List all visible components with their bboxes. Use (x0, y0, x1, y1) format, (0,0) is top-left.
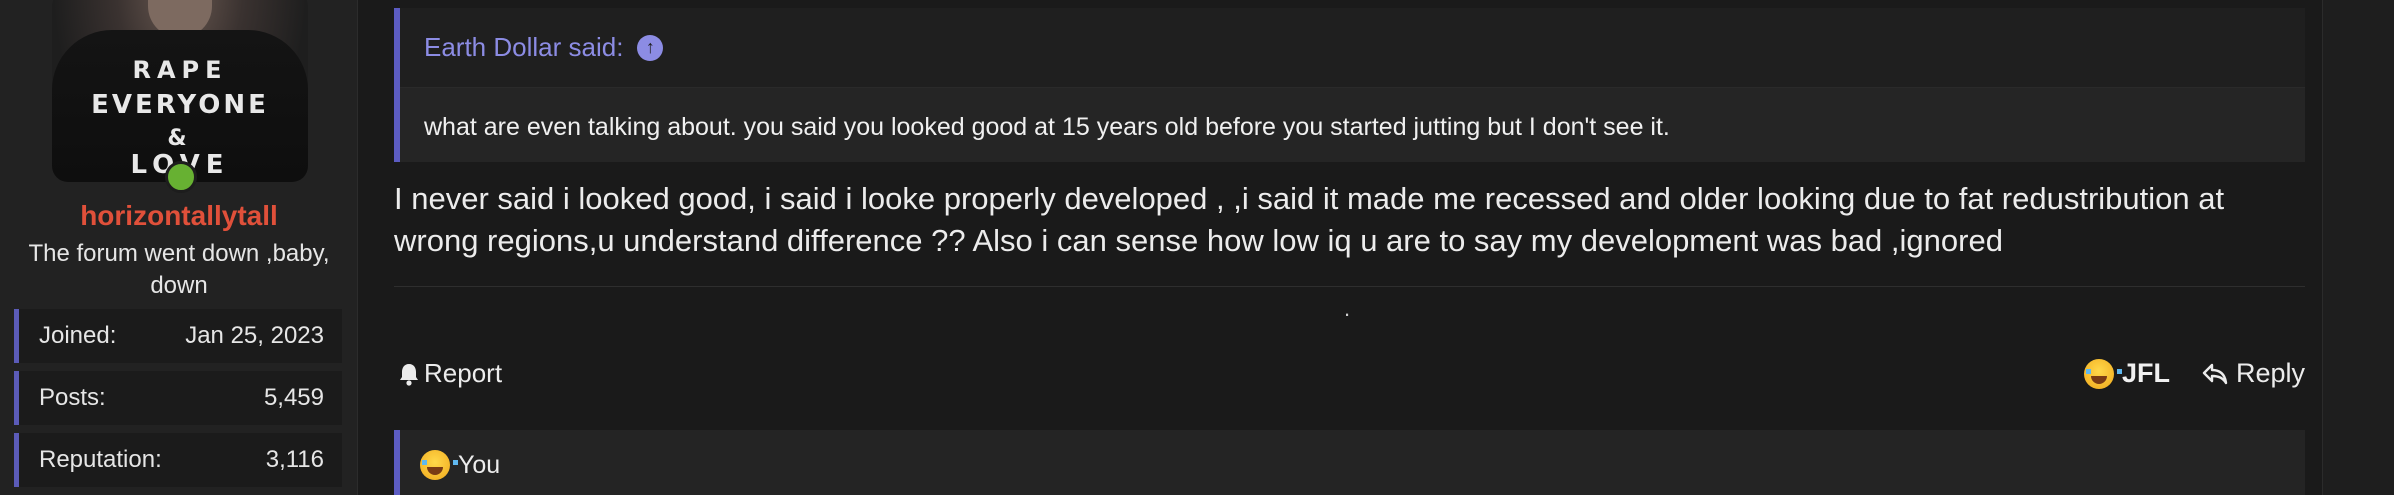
reaction-button[interactable]: JFL (2084, 358, 2170, 389)
username[interactable]: horizontallytall (0, 200, 358, 232)
signature-separator: . (1344, 296, 1351, 321)
reaction-label: JFL (2122, 358, 2171, 388)
reactions-bar[interactable]: You (394, 430, 2305, 495)
quote-block: Earth Dollar said: ↑ what are even talki… (394, 8, 2305, 162)
avatar-print-line-3: & (167, 126, 193, 151)
post-message: I never said i looked good, i said i loo… (394, 181, 2225, 258)
stat-value: Jan 25, 2023 (185, 322, 324, 349)
user-title: The forum went down ,baby, down (28, 240, 330, 299)
reply-label: Reply (2236, 358, 2306, 388)
stat-label: Reputation: (39, 446, 162, 473)
stat-posts: Posts: 5,459 (14, 371, 342, 425)
report-label: Report (424, 358, 503, 388)
quote-author[interactable]: Earth Dollar said: (424, 32, 623, 63)
stat-joined: Joined: Jan 25, 2023 (14, 309, 342, 363)
stat-reputation: Reputation: 3,116 (14, 433, 342, 487)
avatar-print-line-2: EVERYONE (91, 90, 269, 120)
reactions-list[interactable]: You (458, 451, 500, 480)
page-right-margin (2322, 0, 2394, 495)
joy-emoji-icon (2084, 358, 2122, 389)
avatar-print-line-1: RAPE (132, 56, 228, 84)
stat-value: 3,116 (265, 446, 324, 473)
joy-emoji-icon (420, 450, 458, 480)
arrow-up-circle-icon[interactable]: ↑ (637, 34, 664, 61)
stat-label: Posts: (39, 384, 106, 411)
reply-arrow-icon (2202, 363, 2228, 384)
bell-icon (400, 363, 418, 386)
quote-header[interactable]: Earth Dollar said: ↑ (400, 8, 2305, 88)
reply-button[interactable]: Reply (2202, 358, 2305, 389)
stat-value: 5,459 (263, 384, 324, 411)
online-status-icon (165, 161, 197, 193)
quote-text: what are even talking about. you said yo… (424, 113, 1670, 141)
stat-label: Joined: (39, 322, 117, 349)
user-panel: RAPE EVERYONE & LOVE horizontallytall Th… (0, 0, 358, 495)
report-button[interactable]: Report (398, 358, 502, 389)
avatar[interactable]: RAPE EVERYONE & LOVE (52, 0, 308, 182)
divider (394, 286, 2305, 287)
post-body: Earth Dollar said: ↑ what are even talki… (358, 0, 2322, 495)
